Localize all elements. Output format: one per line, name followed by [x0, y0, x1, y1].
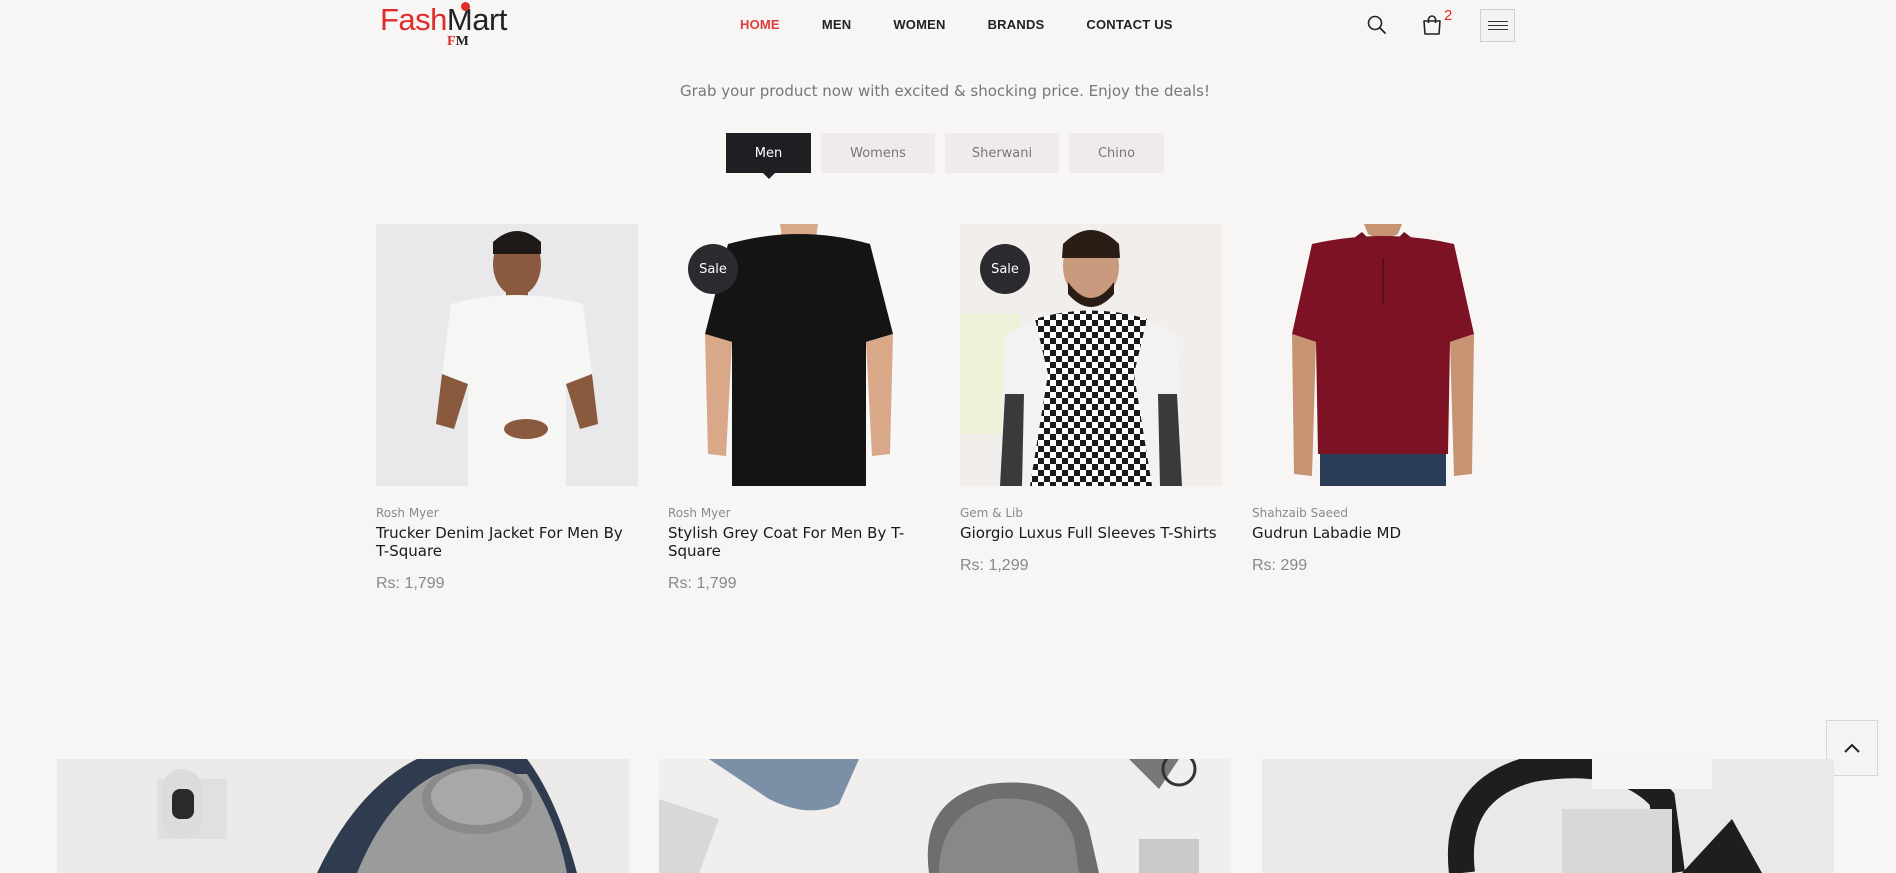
logo-text-dark: Mart — [446, 2, 508, 37]
hamburger-menu-icon[interactable] — [1480, 9, 1515, 42]
product-price: Rs: 1,799 — [668, 575, 737, 592]
product-brand: Gem & Lib — [960, 506, 1023, 520]
product-brand: Rosh Myer — [376, 506, 439, 520]
cart-count-badge: 2 — [1444, 7, 1453, 24]
product-card[interactable]: Rosh Myer Trucker Denim Jacket For Men B… — [376, 224, 638, 593]
nav-men[interactable]: MEN — [822, 17, 852, 32]
product-price: Rs: 1,799 — [376, 575, 445, 592]
sale-badge: Sale — [980, 244, 1030, 294]
tab-sherwani[interactable]: Sherwani — [945, 133, 1059, 173]
product-card[interactable]: Sale Gem & Lib Giorgio Luxus Full Sleeve… — [960, 224, 1222, 575]
deals-tagline: Grab your product now with excited & sho… — [680, 82, 1210, 100]
banner-accessories[interactable] — [659, 759, 1231, 873]
banner-bags[interactable] — [1262, 759, 1834, 873]
chevron-up-icon — [1844, 743, 1860, 753]
banner-tshirts[interactable] — [57, 759, 629, 873]
product-brand: Rosh Myer — [668, 506, 731, 520]
nav-home[interactable]: HOME — [740, 17, 780, 32]
logo-sub-dark: M — [455, 34, 469, 49]
product-image[interactable] — [376, 224, 638, 486]
product-image[interactable]: Sale — [668, 224, 930, 486]
product-image[interactable]: Sale — [960, 224, 1222, 486]
tab-chino[interactable]: Chino — [1069, 133, 1164, 173]
product-title[interactable]: Stylish Grey Coat For Men By T-Square — [668, 524, 930, 560]
nav-women[interactable]: WOMEN — [893, 17, 945, 32]
category-tabs: Men Womens Sherwani Chino — [726, 133, 1164, 179]
product-price: Rs: 299 — [1252, 557, 1308, 574]
main-nav: HOME MEN WOMEN BRANDS CONTACT US — [740, 17, 1215, 32]
nav-contact-us[interactable]: CONTACT US — [1086, 17, 1172, 32]
logo-text-red: Fash — [380, 2, 447, 37]
product-card[interactable]: Shahzaib Saeed Gudrun Labadie MD Rs: 299 — [1252, 224, 1514, 575]
product-title[interactable]: Giorgio Luxus Full Sleeves T-Shirts — [960, 524, 1222, 542]
fashmart-logo[interactable]: FashMart FM — [380, 2, 540, 50]
product-image[interactable] — [1252, 224, 1514, 486]
tab-womens[interactable]: Womens — [821, 133, 935, 173]
logo-dot-icon — [461, 2, 470, 11]
cart-icon[interactable] — [1420, 13, 1444, 37]
product-brand: Shahzaib Saeed — [1252, 506, 1348, 520]
product-title[interactable]: Gudrun Labadie MD — [1252, 524, 1514, 542]
tab-men[interactable]: Men — [726, 133, 811, 179]
site-header: FashMart FM HOME MEN WOMEN BRANDS CONTAC… — [0, 0, 1896, 52]
product-price: Rs: 1,299 — [960, 557, 1029, 574]
search-icon[interactable] — [1366, 14, 1388, 36]
sale-badge: Sale — [688, 244, 738, 294]
nav-brands[interactable]: BRANDS — [988, 17, 1045, 32]
product-card[interactable]: Sale Rosh Myer Stylish Grey Coat For Men… — [668, 224, 930, 593]
logo-sub-red: F — [447, 34, 456, 49]
product-title[interactable]: Trucker Denim Jacket For Men By T-Square — [376, 524, 638, 560]
